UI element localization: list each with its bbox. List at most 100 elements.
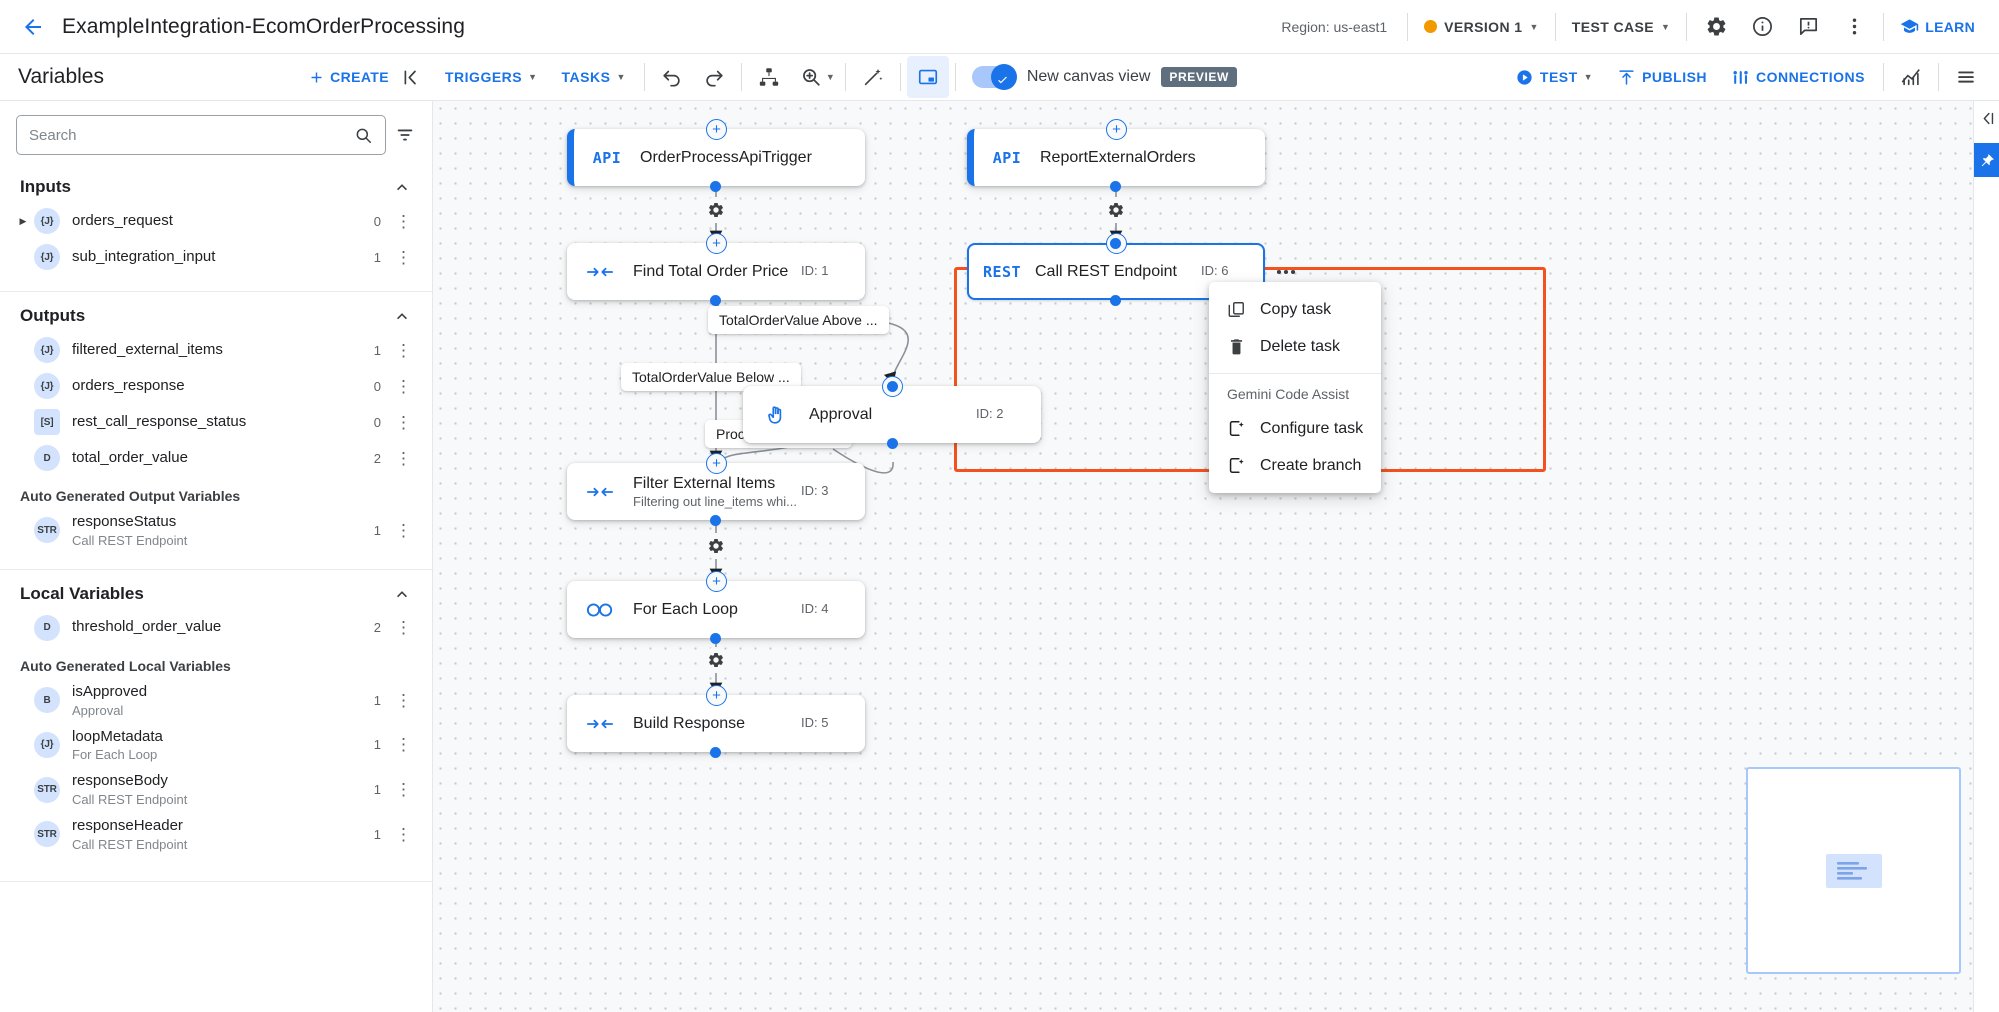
page-title: ExampleIntegration-EcomOrderProcessing xyxy=(62,15,465,39)
edge-settings-gear-icon[interactable] xyxy=(703,533,729,559)
variable-name: responseBody xyxy=(72,772,187,791)
node-output-port[interactable] xyxy=(1110,295,1121,306)
node-input-port[interactable] xyxy=(887,381,898,392)
row-menu-icon[interactable]: ⋮ xyxy=(395,826,412,843)
magic-wand-icon[interactable] xyxy=(852,56,894,98)
node-output-port[interactable] xyxy=(710,515,721,526)
redo-icon[interactable] xyxy=(693,56,735,98)
row-menu-icon[interactable]: ⋮ xyxy=(395,781,412,798)
context-menu-delete-task[interactable]: Delete task xyxy=(1209,328,1381,365)
chevron-down-icon[interactable]: ▼ xyxy=(826,72,835,82)
expand-left-icon[interactable] xyxy=(1974,101,1999,135)
variable-row-response-header[interactable]: STR responseHeader Call REST Endpoint 1 … xyxy=(0,812,432,857)
triggers-menu[interactable]: TRIGGERS ▼ xyxy=(433,63,550,91)
context-menu-configure-task[interactable]: Configure task xyxy=(1209,410,1381,447)
node-output-port[interactable] xyxy=(710,295,721,306)
context-menu-label: Copy task xyxy=(1260,301,1331,319)
search-icon[interactable] xyxy=(354,126,373,145)
row-menu-icon[interactable]: ⋮ xyxy=(395,692,412,709)
workflow-canvas[interactable]: API OrderProcessApiTrigger + API ReportE… xyxy=(433,101,1999,1012)
undo-icon[interactable] xyxy=(651,56,693,98)
row-menu-icon[interactable]: ⋮ xyxy=(395,342,412,359)
copy-icon xyxy=(1227,300,1246,319)
info-icon[interactable] xyxy=(1739,4,1785,50)
edge-settings-gear-icon[interactable] xyxy=(1103,197,1129,223)
node-output-port[interactable] xyxy=(710,633,721,644)
top-app-bar: ExampleIntegration-EcomOrderProcessing R… xyxy=(0,0,1999,54)
variable-row-orders-response[interactable]: {J} orders_response 0 ⋮ xyxy=(0,368,432,404)
section-header-inputs[interactable]: Inputs xyxy=(0,163,432,203)
variable-row-response-body[interactable]: STR responseBody Call REST Endpoint 1 ⋮ xyxy=(0,767,432,812)
collapse-panel-icon[interactable] xyxy=(389,55,433,99)
node-input-port[interactable] xyxy=(1110,238,1121,249)
context-menu-create-branch[interactable]: Create branch xyxy=(1209,447,1381,484)
row-menu-icon[interactable]: ⋮ xyxy=(395,522,412,539)
minimap-toggle-icon[interactable] xyxy=(907,56,949,98)
node-output-port[interactable] xyxy=(710,181,721,192)
learn-button[interactable]: LEARN xyxy=(1890,17,1985,36)
variable-source: Call REST Endpoint xyxy=(72,792,187,807)
row-menu-icon[interactable]: ⋮ xyxy=(395,213,412,230)
version-selector[interactable]: VERSION 1 ▼ xyxy=(1414,12,1549,42)
row-menu-icon[interactable]: ⋮ xyxy=(395,736,412,753)
add-node-button[interactable]: + xyxy=(1106,119,1127,140)
task-context-menu[interactable]: Copy task Delete task Gemini Code Assist… xyxy=(1209,282,1381,493)
edge-settings-gear-icon[interactable] xyxy=(703,197,729,223)
node-output-port[interactable] xyxy=(710,747,721,758)
variable-row-total-order-value[interactable]: D total_order_value 2 ⋮ xyxy=(0,440,432,476)
hamburger-icon[interactable] xyxy=(1945,56,1987,98)
chevron-up-icon[interactable] xyxy=(392,177,412,197)
auto-layout-icon[interactable] xyxy=(748,56,790,98)
node-output-port[interactable] xyxy=(887,438,898,449)
learn-icon xyxy=(1900,17,1919,36)
publish-button[interactable]: PUBLISH xyxy=(1605,62,1719,93)
chevron-up-icon[interactable] xyxy=(392,306,412,326)
add-node-button[interactable]: + xyxy=(706,571,727,592)
row-menu-icon[interactable]: ⋮ xyxy=(395,378,412,395)
edge-settings-gear-icon[interactable] xyxy=(703,647,729,673)
expand-triangle-icon[interactable]: ▶ xyxy=(12,216,34,227)
add-node-button[interactable]: + xyxy=(706,453,727,474)
row-menu-icon[interactable]: ⋮ xyxy=(395,450,412,467)
chevron-up-icon[interactable] xyxy=(392,584,412,604)
add-node-button[interactable]: + xyxy=(706,119,727,140)
create-variable-button[interactable]: CREATE xyxy=(308,69,389,86)
add-node-button[interactable]: + xyxy=(706,685,727,706)
test-label: TEST xyxy=(1540,69,1578,85)
row-menu-icon[interactable]: ⋮ xyxy=(395,249,412,266)
variable-row-response-status[interactable]: STR responseStatus Call REST Endpoint 1 … xyxy=(0,508,432,553)
variable-row-rest-call-response-status[interactable]: [S] rest_call_response_status 0 ⋮ xyxy=(0,404,432,440)
analytics-icon[interactable] xyxy=(1890,56,1932,98)
connections-button[interactable]: CONNECTIONS xyxy=(1719,62,1877,93)
row-menu-icon[interactable]: ⋮ xyxy=(395,619,412,636)
variable-row-filtered-external-items[interactable]: {J} filtered_external_items 1 ⋮ xyxy=(0,332,432,368)
filter-list-icon[interactable] xyxy=(394,124,416,146)
context-menu-copy-task[interactable]: Copy task xyxy=(1209,291,1381,328)
variable-row-sub-integration-input[interactable]: {J} sub_integration_input 1 ⋮ xyxy=(0,239,432,275)
feedback-icon[interactable] xyxy=(1785,4,1831,50)
type-badge: {J} xyxy=(34,337,60,363)
search-input[interactable] xyxy=(29,127,354,144)
variable-row-orders-request[interactable]: ▶ {J} orders_request 0 ⋮ xyxy=(0,203,432,239)
more-vert-icon[interactable] xyxy=(1831,4,1877,50)
section-outputs: Outputs {J} filtered_external_items 1 ⋮ … xyxy=(0,292,432,559)
section-header-outputs[interactable]: Outputs xyxy=(0,292,432,332)
canvas-minimap[interactable] xyxy=(1746,767,1961,974)
search-box[interactable] xyxy=(16,115,386,155)
tasks-menu[interactable]: TASKS ▼ xyxy=(550,63,638,91)
row-menu-icon[interactable]: ⋮ xyxy=(395,414,412,431)
new-canvas-view-toggle-group: New canvas view PREVIEW xyxy=(972,66,1237,88)
variable-name: orders_request xyxy=(72,212,173,231)
variable-row-is-approved[interactable]: B isApproved Approval 1 ⋮ xyxy=(0,678,432,723)
variable-row-loop-metadata[interactable]: {J} loopMetadata For Each Loop 1 ⋮ xyxy=(0,723,432,768)
test-button[interactable]: TEST ▼ xyxy=(1503,62,1605,93)
pin-icon[interactable] xyxy=(1974,143,1999,177)
variable-row-threshold-order-value[interactable]: D threshold_order_value 2 ⋮ xyxy=(0,610,432,646)
test-case-selector[interactable]: TEST CASE ▼ xyxy=(1562,12,1680,42)
gear-icon[interactable] xyxy=(1693,4,1739,50)
add-node-button[interactable]: + xyxy=(706,233,727,254)
new-canvas-view-toggle[interactable] xyxy=(972,66,1016,88)
node-output-port[interactable] xyxy=(1110,181,1121,192)
arrow-left-icon[interactable] xyxy=(18,12,48,42)
section-header-local[interactable]: Local Variables xyxy=(0,570,432,610)
